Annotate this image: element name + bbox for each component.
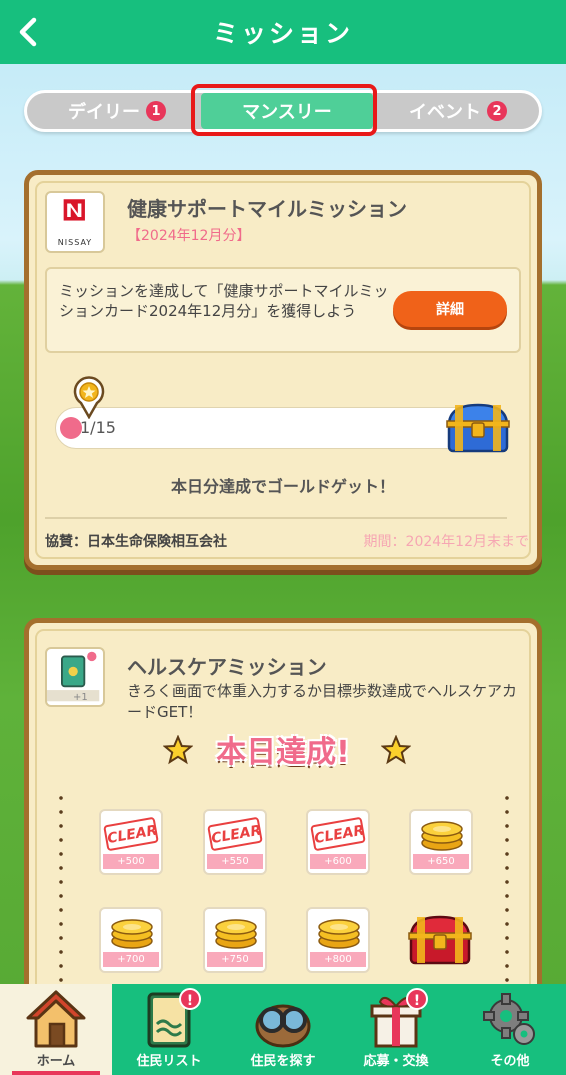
healthcare-title: ヘルスケアミッション	[127, 655, 327, 679]
nav-residents-label: 住民リスト	[136, 1054, 202, 1069]
gold-coins-icon	[215, 919, 257, 949]
binoculars-icon	[255, 1004, 311, 1048]
period-end-text: 期間：2024年12月末まで	[363, 534, 529, 550]
nav-residents-badge: !	[179, 988, 201, 1010]
reward-tile[interactable]: CLEAR +500	[99, 809, 163, 875]
red-treasure-chest-icon[interactable]	[405, 911, 475, 967]
reward-tile[interactable]: +650	[409, 809, 473, 875]
progress-fill	[60, 417, 82, 439]
nissay-logo: NISSAY	[45, 191, 105, 253]
mission-title: 健康サポートマイルミッション	[127, 197, 407, 221]
gear-icon	[483, 993, 535, 1045]
sponsor-text: 協賛：日本生命保険相互会社	[45, 534, 227, 550]
nissay-logo-text: NISSAY	[57, 238, 93, 247]
reward-label: +750	[207, 952, 263, 967]
page-title: ミッション	[212, 19, 353, 48]
tab-highlight-box	[191, 84, 377, 136]
reward-tile[interactable]: CLEAR +550	[203, 809, 267, 875]
gold-coins-icon	[111, 919, 153, 949]
clear-stamp: CLEAR	[103, 816, 159, 852]
star-icon	[381, 735, 411, 765]
nav-apply-badge: !	[406, 988, 428, 1010]
nav-find-residents[interactable]: 住民を探す	[227, 984, 339, 1075]
healthcare-mission-card: +1 ヘルスケアミッション きろく画面で体重入力するか目標歩数達成でヘルスケアカ…	[24, 618, 542, 1038]
reward-tile[interactable]: +800	[306, 907, 370, 973]
reward-label: +550	[207, 854, 263, 869]
treasure-chest-icon	[446, 403, 510, 453]
reward-tile[interactable]: +700	[99, 907, 163, 973]
nav-other[interactable]: その他	[454, 984, 566, 1075]
nav-apply-exchange[interactable]: ! 応募・交換	[340, 984, 452, 1075]
card-inner-border	[35, 181, 531, 559]
clear-stamp: CLEAR	[310, 816, 366, 852]
nav-home[interactable]: ホーム	[0, 984, 112, 1075]
detail-button[interactable]: 詳細	[393, 291, 507, 327]
achieved-today-banner: 本日達成!	[216, 735, 350, 770]
reward-label: +500	[103, 854, 159, 869]
nav-home-label: ホーム	[36, 1054, 76, 1069]
mission-period: 【2024年12月分】	[127, 228, 251, 244]
nav-active-indicator	[12, 1071, 100, 1075]
thumbnail-caption: +1	[73, 692, 88, 703]
mission-progress-bar: 1/15	[55, 407, 485, 449]
tab-event-badge: 2	[487, 101, 507, 121]
reward-tile[interactable]: +750	[203, 907, 267, 973]
card-divider	[45, 517, 507, 519]
nissay-logo-icon	[63, 199, 85, 221]
tab-event[interactable]: イベント 2	[375, 93, 541, 129]
nav-residents-list[interactable]: ! 住民リスト	[113, 984, 225, 1075]
app-header: ミッション	[0, 0, 566, 64]
gold-reward-message: 本日分達成でゴールドゲット！	[170, 477, 395, 496]
tab-event-label: イベント	[409, 102, 481, 123]
house-icon	[26, 990, 86, 1048]
clear-stamp: CLEAR	[207, 816, 263, 852]
reward-label: +650	[413, 854, 469, 869]
healthcare-description: きろく画面で体重入力するか目標歩数達成でヘルスケアカードGET！	[127, 682, 518, 721]
mission-description: ミッションを達成して「健康サポートマイルミッションカード2024年12月分」を獲…	[59, 282, 389, 320]
tab-daily[interactable]: デイリー 1	[37, 93, 197, 129]
nav-find-label: 住民を探す	[250, 1054, 316, 1069]
coin-pin-icon	[73, 376, 105, 419]
tab-daily-label: デイリー	[68, 102, 140, 123]
nav-apply-label: 応募・交換	[363, 1054, 429, 1069]
reward-tile[interactable]: CLEAR +600	[306, 809, 370, 875]
reward-label: +600	[310, 854, 366, 869]
reward-label: +700	[103, 952, 159, 967]
progress-text: 1/15	[80, 418, 116, 437]
health-support-mission-card: NISSAY 健康サポートマイルミッション 【2024年12月分】 ミッションを…	[24, 170, 542, 570]
gold-coins-icon	[421, 821, 463, 851]
gold-coins-icon	[318, 919, 360, 949]
mission-description-box: ミッションを達成して「健康サポートマイルミッションカード2024年12月分」を獲…	[45, 267, 521, 353]
tab-daily-badge: 1	[146, 101, 166, 121]
healthcare-card-thumbnail: +1	[45, 647, 105, 707]
bottom-navigation: ホーム ! 住民リスト 住民を探す ! 応募・交換 その他	[0, 984, 566, 1075]
reward-label: +800	[310, 952, 366, 967]
nav-other-label: その他	[490, 1054, 530, 1069]
